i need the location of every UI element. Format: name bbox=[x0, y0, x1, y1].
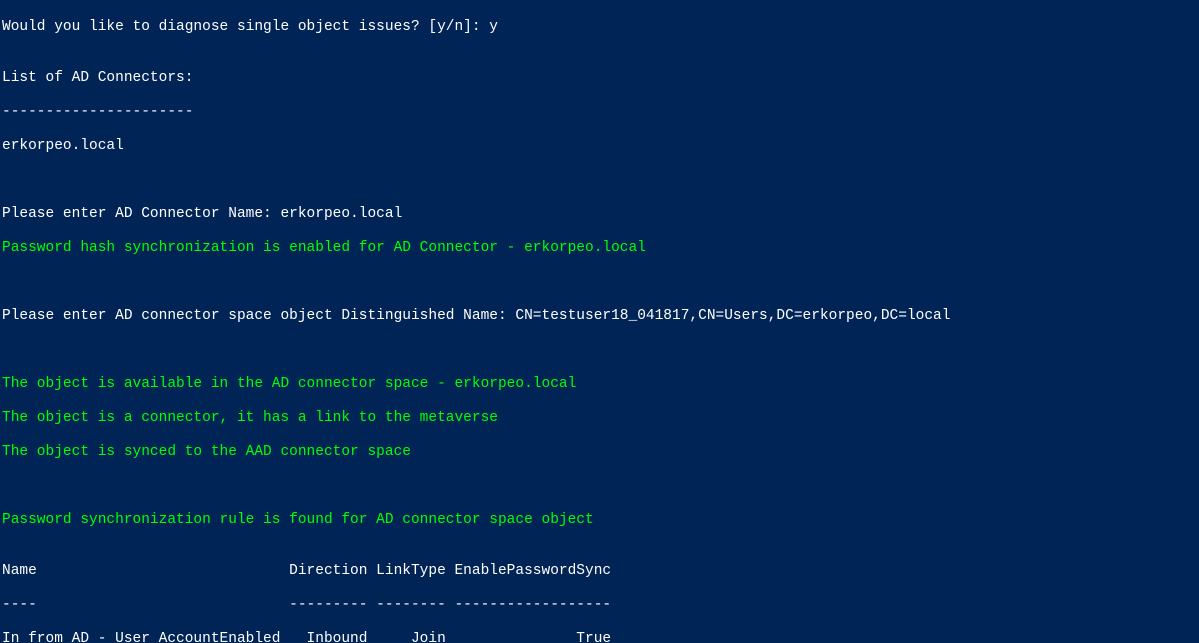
object-available-message: The object is available in the AD connec… bbox=[2, 376, 1199, 393]
connector-item: erkorpeo.local bbox=[2, 138, 1199, 155]
diagnose-prompt: Would you like to diagnose single object… bbox=[2, 19, 1199, 36]
table1-header: Name Direction LinkType EnablePasswordSy… bbox=[2, 563, 1199, 580]
phs-enabled-message: Password hash synchronization is enabled… bbox=[2, 240, 1199, 257]
connectors-list-heading: List of AD Connectors: bbox=[2, 70, 1199, 87]
dn-prompt: Please enter AD connector space object D… bbox=[2, 308, 1199, 325]
connector-name-prompt: Please enter AD Connector Name: erkorpeo… bbox=[2, 206, 1199, 223]
table1-row: In from AD - User AccountEnabled Inbound… bbox=[2, 631, 1199, 643]
object-synced-message: The object is synced to the AAD connecto… bbox=[2, 444, 1199, 461]
powershell-terminal[interactable]: Would you like to diagnose single object… bbox=[0, 0, 1199, 643]
table1-separator: ---- --------- -------- ----------------… bbox=[2, 597, 1199, 614]
separator-line: ---------------------- bbox=[2, 104, 1199, 121]
sync-rule-ad-heading: Password synchronization rule is found f… bbox=[2, 512, 1199, 529]
object-connector-message: The object is a connector, it has a link… bbox=[2, 410, 1199, 427]
